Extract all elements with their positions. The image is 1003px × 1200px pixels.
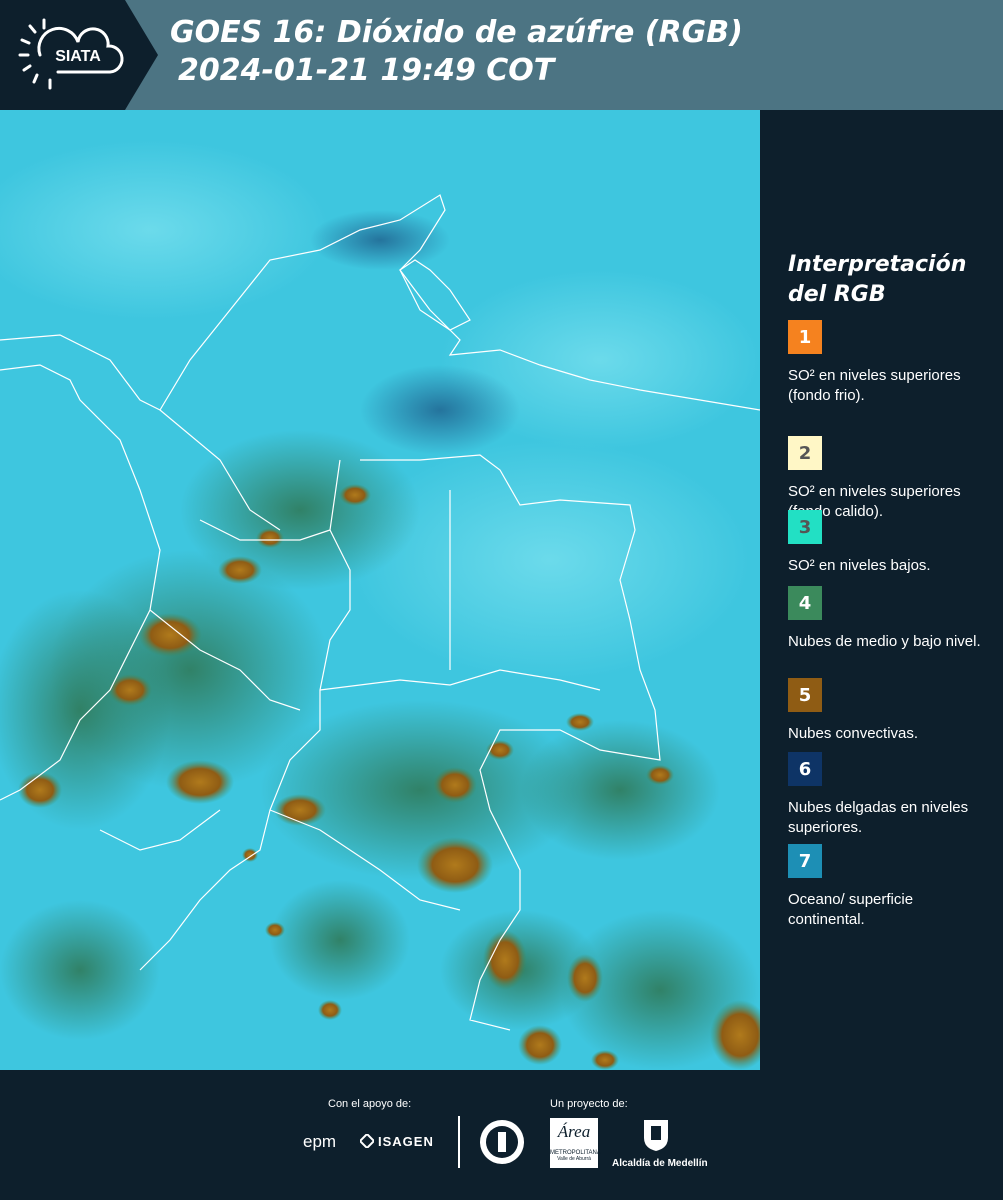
- legend-panel: Interpretación del RGB 1 SO² en niveles s…: [760, 110, 1003, 1070]
- legend-swatch: 5: [788, 678, 822, 712]
- area-metropolitana-logo: Área METROPOLITANA Valle de Aburrá: [550, 1118, 601, 1168]
- legend-item-5: 5 Nubes convectivas.: [788, 678, 988, 744]
- page-timestamp: 2024-01-21 19:49 COT: [178, 53, 555, 88]
- legend-label: Nubes de medio y bajo nivel.: [788, 633, 981, 650]
- satellite-image: [0, 110, 760, 1070]
- alcaldia-shield-icon: [642, 1118, 670, 1152]
- page-title: GOES 16: Dióxido de azúfre (RGB): [170, 15, 743, 50]
- legend-swatch: 6: [788, 752, 822, 786]
- legend-swatch: 2: [788, 436, 822, 470]
- legend-item-7: 7 Oceano/ superficie continental.: [788, 844, 988, 930]
- legend-label: SO² en niveles bajos.: [788, 557, 931, 574]
- siata-logo: SIATA: [0, 0, 160, 110]
- isagen-icon: [358, 1132, 376, 1150]
- footer-divider: [458, 1116, 460, 1168]
- footer: Con el apoyo de: Un proyecto de: epm ISA…: [0, 1070, 1003, 1200]
- legend-swatch: 1: [788, 320, 822, 354]
- legend-label: Oceano/ superficie continental.: [788, 891, 914, 928]
- siata-logo-text: SIATA: [55, 48, 101, 65]
- legend-item-1: 1 SO² en niveles superiores (fondo frio).: [788, 320, 988, 406]
- epm-logo: epm: [303, 1132, 337, 1151]
- support-label: Con el apoyo de:: [328, 1098, 412, 1110]
- legend-item-6: 6 Nubes delgadas en niveles superiores.: [788, 752, 988, 838]
- project-label: Un proyecto de:: [550, 1098, 628, 1110]
- alcaldia-logo: Alcaldía de Medellín: [612, 1158, 708, 1169]
- legend-item-3: 3 SO² en niveles bajos.: [788, 510, 988, 576]
- legend-label: SO² en niveles superiores (fondo frio).: [788, 367, 961, 404]
- legend-swatch: 3: [788, 510, 822, 544]
- header: SIATA GOES 16: Dióxido de azúfre (RGB) 2…: [0, 0, 1003, 110]
- satellite-map: [0, 110, 760, 1070]
- legend-label: Nubes convectivas.: [788, 725, 919, 742]
- legend-title: Interpretación del RGB: [788, 252, 967, 307]
- legend-swatch: 4: [788, 586, 822, 620]
- legend-label: Nubes delgadas en niveles superiores.: [788, 799, 969, 836]
- isagen-logo: ISAGEN: [378, 1134, 434, 1149]
- medellin-seal-icon: [478, 1118, 526, 1166]
- legend-swatch: 7: [788, 844, 822, 878]
- legend-item-4: 4 Nubes de medio y bajo nivel.: [788, 586, 988, 652]
